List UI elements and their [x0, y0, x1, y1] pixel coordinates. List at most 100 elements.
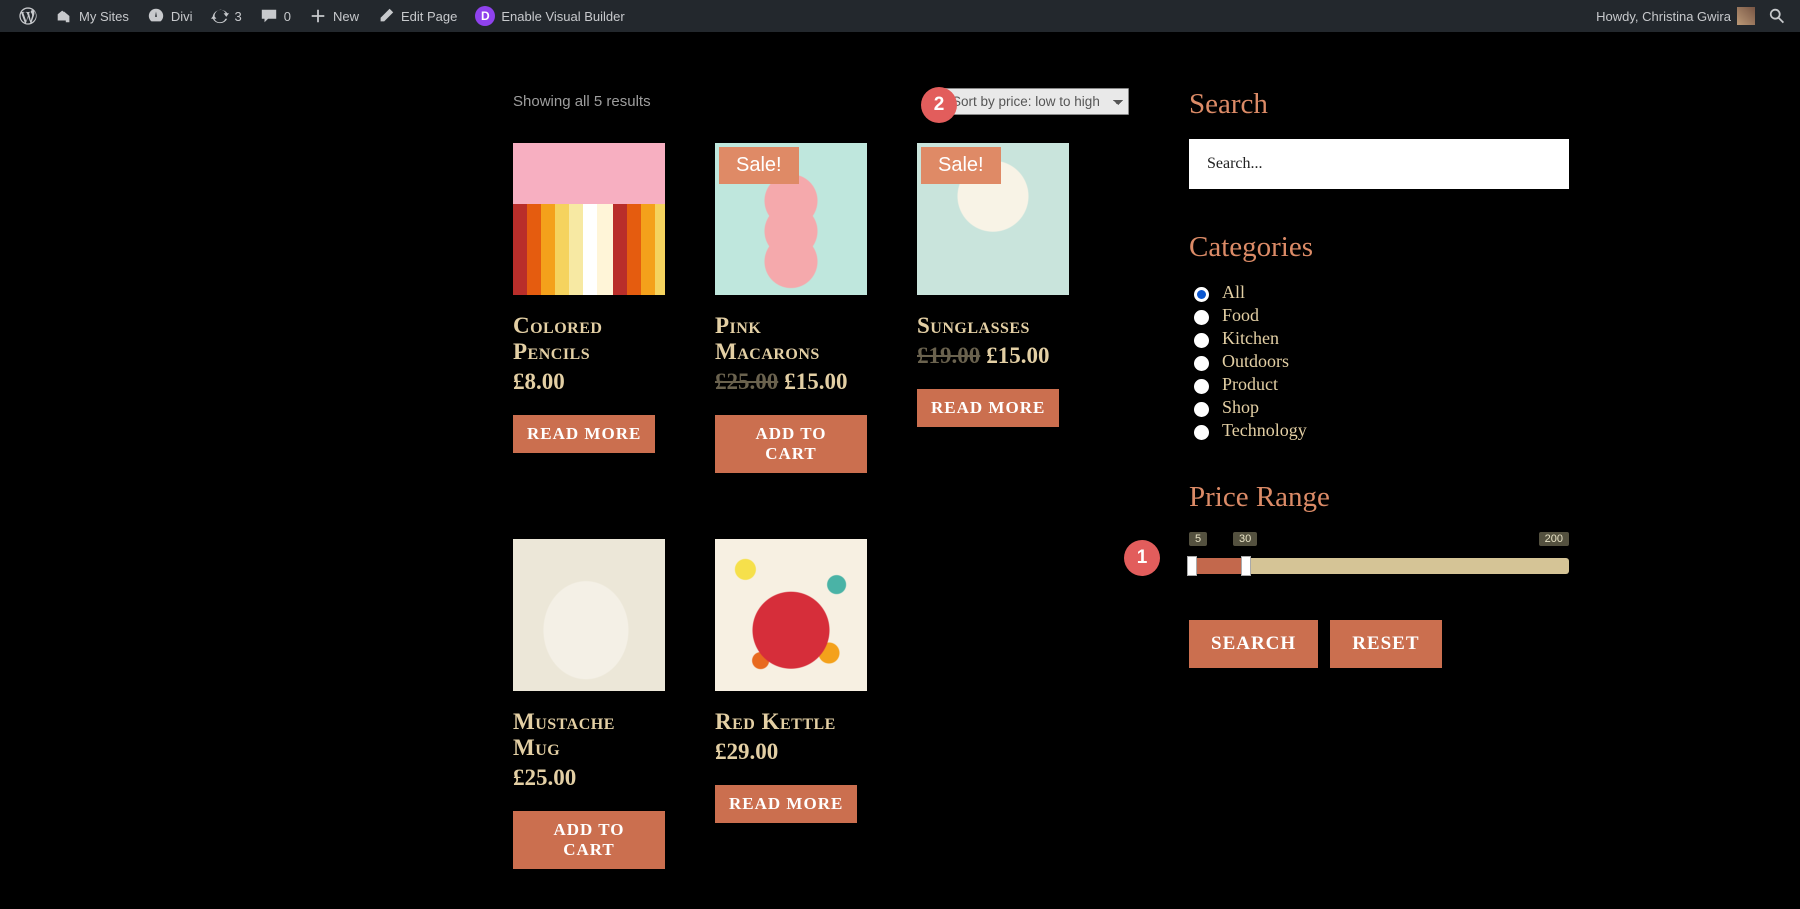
product-old-price: £25.00 [715, 369, 778, 394]
my-sites-label: My Sites [79, 9, 129, 24]
site-name-link[interactable]: Divi [138, 0, 202, 32]
category-item[interactable]: Food [1189, 305, 1569, 326]
category-item[interactable]: All [1189, 282, 1569, 303]
results-count-text: Showing all 5 results [513, 93, 651, 110]
page: 2 Showing all 5 results Sort by price: l… [0, 32, 1800, 909]
reset-button[interactable]: RESET [1330, 620, 1441, 668]
categories-heading: Categories [1189, 231, 1569, 264]
wp-logo[interactable] [10, 0, 46, 32]
category-item[interactable]: Product [1189, 374, 1569, 395]
slider-max-label: 200 [1539, 532, 1569, 546]
product-price: £19.00£15.00 [917, 343, 1069, 369]
product-price: £8.00 [513, 369, 665, 395]
slider-handle-max[interactable] [1241, 556, 1251, 576]
wp-admin-bar: My Sites Divi 3 0 New Edit Page D Enable… [0, 0, 1800, 32]
category-label: Technology [1222, 420, 1307, 441]
refresh-link[interactable]: 3 [202, 0, 251, 32]
main-content: 2 Showing all 5 results Sort by price: l… [513, 88, 1129, 869]
category-item[interactable]: Technology [1189, 420, 1569, 441]
comments-count: 0 [284, 9, 291, 24]
product-image[interactable] [513, 143, 665, 295]
annotation-marker-1: 1 [1124, 540, 1160, 576]
category-label: Product [1222, 374, 1278, 395]
comments-link[interactable]: 0 [251, 0, 300, 32]
sidebar: Search Categories AllFoodKitchenOutdoors… [1189, 88, 1569, 869]
product-card[interactable]: Red Kettle £29.00 READ MORE [715, 539, 867, 869]
gauge-icon [147, 7, 165, 25]
annotation-marker-2: 2 [921, 87, 957, 123]
product-action-button[interactable]: READ MORE [715, 785, 857, 823]
slider-fill [1189, 558, 1246, 574]
product-image[interactable] [715, 539, 867, 691]
product-title: Mustache Mug [513, 709, 665, 761]
howdy-link[interactable]: Howdy, Christina Gwira [1587, 0, 1764, 32]
product-title: Pink Macarons [715, 313, 867, 365]
product-card[interactable]: Mustache Mug £25.00 ADD TO CART [513, 539, 665, 869]
sale-badge: Sale! [719, 147, 799, 184]
avatar [1737, 7, 1755, 25]
comment-icon [260, 7, 278, 25]
category-label: Outdoors [1222, 351, 1289, 372]
my-sites-link[interactable]: My Sites [46, 0, 138, 32]
product-price: £29.00 [715, 739, 867, 765]
refresh-count: 3 [235, 9, 242, 24]
category-label: Kitchen [1222, 328, 1279, 349]
search-input[interactable] [1189, 139, 1569, 189]
site-name-label: Divi [171, 9, 193, 24]
product-title: Colored Pencils [513, 313, 665, 365]
product-price: £25.00 [513, 765, 665, 791]
edit-page-label: Edit Page [401, 9, 457, 24]
price-range-heading: Price Range [1189, 481, 1569, 514]
price-slider[interactable]: 5 30 200 [1189, 532, 1569, 592]
category-radio[interactable] [1194, 310, 1209, 325]
search-icon [1768, 7, 1786, 25]
category-item[interactable]: Outdoors [1189, 351, 1569, 372]
visual-builder-label: Enable Visual Builder [501, 9, 624, 24]
pencil-icon [377, 7, 395, 25]
category-label: Food [1222, 305, 1259, 326]
category-item[interactable]: Shop [1189, 397, 1569, 418]
product-image[interactable] [513, 539, 665, 691]
product-old-price: £19.00 [917, 343, 980, 368]
product-title: Red Kettle [715, 709, 867, 735]
product-card[interactable]: Colored Pencils £8.00 READ MORE [513, 143, 665, 473]
search-button[interactable]: SEARCH [1189, 620, 1318, 668]
home-multi-icon [55, 7, 73, 25]
search-heading: Search [1189, 88, 1569, 121]
edit-page-link[interactable]: Edit Page [368, 0, 466, 32]
product-title: Sunglasses [917, 313, 1069, 339]
category-radio[interactable] [1194, 287, 1209, 302]
product-action-button[interactable]: READ MORE [513, 415, 655, 453]
results-row: Showing all 5 results Sort by price: low… [513, 88, 1129, 115]
sale-badge: Sale! [921, 147, 1001, 184]
category-radio[interactable] [1194, 425, 1209, 440]
product-grid: Colored Pencils £8.00 READ MORE Sale! Pi… [513, 143, 1129, 869]
category-radio[interactable] [1194, 379, 1209, 394]
category-item[interactable]: Kitchen [1189, 328, 1569, 349]
product-action-button[interactable]: READ MORE [917, 389, 1059, 427]
refresh-icon [211, 7, 229, 25]
category-label: Shop [1222, 397, 1259, 418]
price-range-wrap: 1 5 30 200 [1189, 532, 1569, 592]
sort-select[interactable]: Sort by price: low to high [943, 88, 1129, 115]
category-list: AllFoodKitchenOutdoorsProductShopTechnol… [1189, 282, 1569, 441]
product-card[interactable]: Sale! Sunglasses £19.00£15.00 READ MORE [917, 143, 1069, 473]
product-card[interactable]: Sale! Pink Macarons £25.00£15.00 ADD TO … [715, 143, 867, 473]
new-link[interactable]: New [300, 0, 368, 32]
new-label: New [333, 9, 359, 24]
admin-search[interactable] [1764, 0, 1790, 32]
category-radio[interactable] [1194, 333, 1209, 348]
product-price: £25.00£15.00 [715, 369, 867, 395]
category-radio[interactable] [1194, 402, 1209, 417]
wordpress-icon [19, 7, 37, 25]
visual-builder-link[interactable]: D Enable Visual Builder [466, 0, 633, 32]
product-action-button[interactable]: ADD TO CART [715, 415, 867, 473]
divi-icon: D [475, 6, 495, 26]
slider-min-label: 5 [1189, 532, 1207, 546]
product-action-button[interactable]: ADD TO CART [513, 811, 665, 869]
slider-handle-min[interactable] [1187, 556, 1197, 576]
plus-icon [309, 7, 327, 25]
howdy-text: Howdy, Christina Gwira [1596, 9, 1731, 24]
category-radio[interactable] [1194, 356, 1209, 371]
filter-buttons: SEARCH RESET [1189, 592, 1569, 668]
